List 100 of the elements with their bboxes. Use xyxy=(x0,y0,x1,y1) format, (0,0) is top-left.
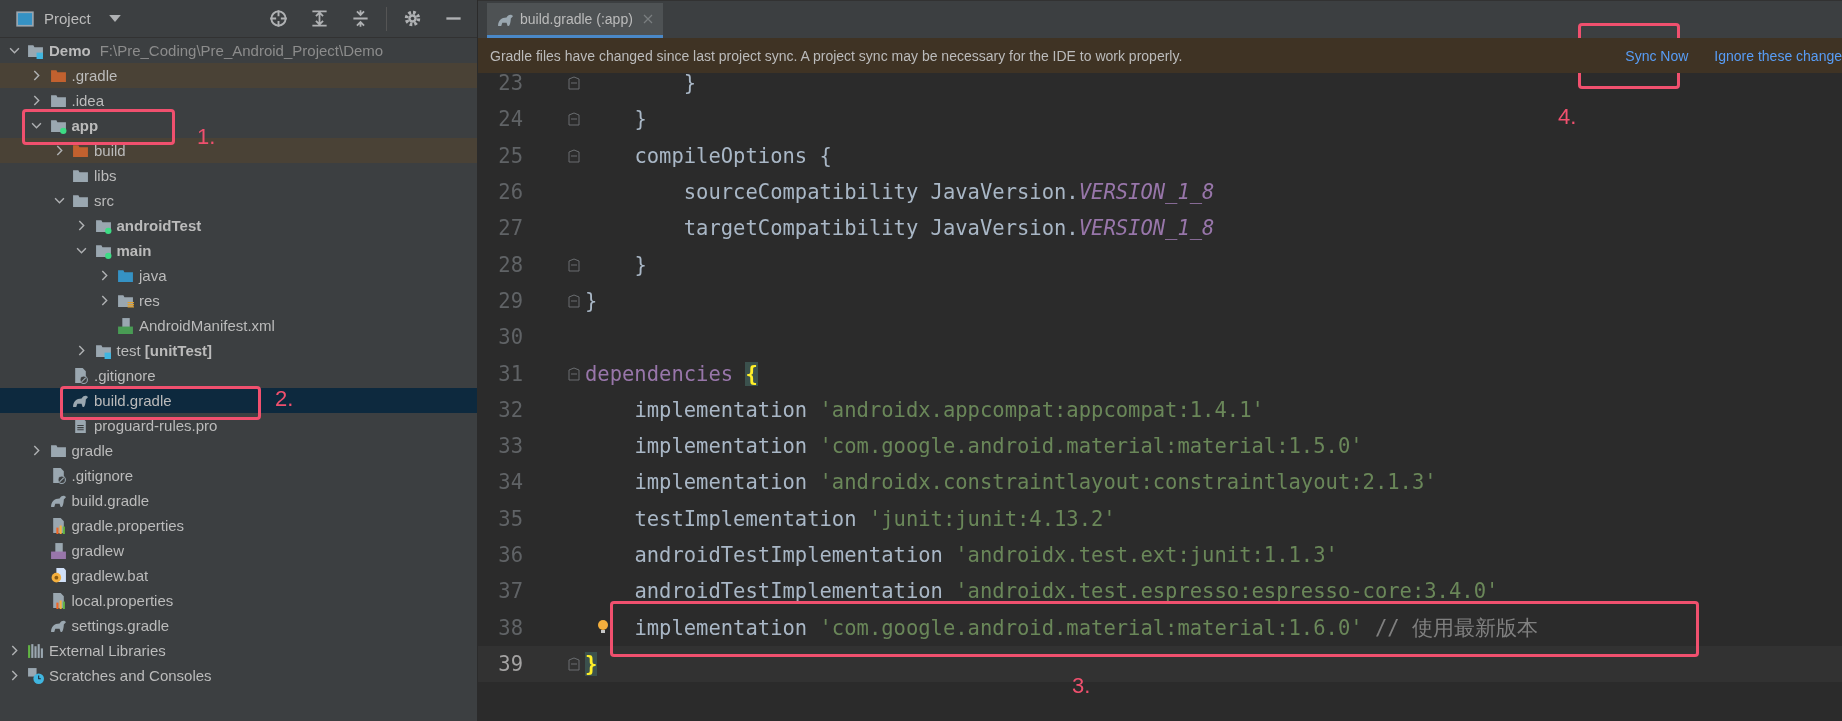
chevron-down-icon[interactable] xyxy=(8,45,20,56)
notification-message: Gradle files have changed since last project sync. A project sync may be necessary for the IDE to work properly. xyxy=(490,47,1183,64)
folder-icon xyxy=(117,267,134,284)
fold-marker-icon[interactable] xyxy=(568,76,580,91)
code-line: testImplementation 'junit:junit:4.13.2' xyxy=(634,506,1116,531)
line-number: 34 xyxy=(497,469,524,497)
code-line: implementation 'androidx.appcompat:appcompat:1.4.1' xyxy=(634,397,1264,422)
code-line: androidTestImplementation 'androidx.test.ext:junit:1.1.3' xyxy=(634,543,1338,567)
library-icon xyxy=(27,642,44,659)
settings-icon[interactable] xyxy=(403,9,422,28)
tree-item[interactable]: java xyxy=(96,263,167,288)
tree-item[interactable]: gradle xyxy=(28,438,114,463)
tree-item[interactable]: build xyxy=(51,138,126,163)
chevron-down-icon[interactable] xyxy=(53,195,65,206)
code-line: implementation 'com.google.android.material:material:1.5.0' xyxy=(634,434,1363,459)
line-number: 39 xyxy=(497,650,524,678)
shell-file-icon xyxy=(49,542,67,559)
tree-item[interactable]: androidTest xyxy=(73,213,202,238)
gear-file-icon xyxy=(49,567,67,584)
callout-number: 2. xyxy=(275,386,294,412)
tree-item[interactable]: AndroidManifest.xml xyxy=(96,313,275,338)
tree-item[interactable]: gradle.properties xyxy=(28,513,185,538)
chevron-down-icon[interactable] xyxy=(31,120,42,131)
code-line: implementation 'com.google.android.material:material:1.6.0' // 使用最新版本 xyxy=(634,614,1538,642)
chevron-right-icon[interactable] xyxy=(31,95,42,106)
tree-item[interactable]: app xyxy=(28,113,99,138)
line-number: 26 xyxy=(497,179,524,207)
tree-item[interactable]: proguard-rules.pro xyxy=(51,413,218,438)
scratch-clock-icon xyxy=(27,667,44,684)
tree-item[interactable]: libs xyxy=(51,163,117,188)
tree-item[interactable]: External Libraries xyxy=(6,638,166,663)
code-line: } xyxy=(585,288,598,313)
chevron-right-icon[interactable] xyxy=(31,70,42,81)
module-folder-icon xyxy=(94,342,112,359)
fold-marker-icon[interactable] xyxy=(568,366,580,381)
expand-all-icon[interactable] xyxy=(310,9,329,28)
chevron-right-icon[interactable] xyxy=(76,345,87,356)
code-line: } xyxy=(683,71,697,96)
callout-number: 3. xyxy=(1072,673,1091,699)
line-number: 33 xyxy=(497,433,524,461)
code-line: implementation 'androidx.constraintlayout:constraintlayout:2.1.3' xyxy=(634,470,1437,495)
line-number: 36 xyxy=(497,542,524,569)
tree-item[interactable]: build.gradle xyxy=(51,388,172,413)
module-folder-icon xyxy=(27,42,44,59)
code-line: androidTestImplementation 'androidx.test.espresso:espresso-core:3.4.0' xyxy=(634,579,1499,604)
chevron-down-icon[interactable] xyxy=(76,245,87,256)
folder-icon xyxy=(72,192,89,209)
code-line: dependencies { xyxy=(585,361,758,386)
tree-item[interactable]: settings.gradle xyxy=(28,613,170,638)
callout-number: 4. xyxy=(1558,104,1577,130)
collapse-all-icon[interactable] xyxy=(351,9,370,28)
line-number: 37 xyxy=(497,578,524,606)
code-line: targetCompatibility JavaVersion.VERSION_1_8 xyxy=(683,216,1215,241)
module-folder-icon xyxy=(94,242,112,259)
lightbulb-icon[interactable] xyxy=(597,619,609,636)
tree-item[interactable]: .gitignore xyxy=(51,363,156,388)
fold-marker-icon[interactable] xyxy=(568,293,580,308)
line-number: 29 xyxy=(497,287,524,315)
folder-icon xyxy=(72,167,89,184)
line-number: 24 xyxy=(497,106,524,134)
editor-tab[interactable]: build.gradle (:app) xyxy=(487,3,663,38)
dropdown-caret-icon[interactable] xyxy=(108,15,121,22)
manifest-file-icon xyxy=(117,317,134,334)
fold-marker-icon[interactable] xyxy=(568,656,580,671)
line-number: 35 xyxy=(497,505,524,533)
fold-marker-icon[interactable] xyxy=(568,112,580,127)
tree-item[interactable]: res xyxy=(96,288,160,313)
chevron-right-icon[interactable] xyxy=(76,220,87,231)
tree-item[interactable]: Demo F:\Pre_Coding\Pre_Android_Project\Demo xyxy=(6,38,384,63)
tree-item[interactable]: build.gradle xyxy=(28,488,150,513)
tree-item[interactable]: .idea xyxy=(28,88,105,113)
tree-item[interactable]: gradlew xyxy=(28,538,125,563)
notification-link[interactable]: Ignore these change xyxy=(1714,47,1842,64)
module-folder-icon xyxy=(94,217,112,234)
tree-item[interactable]: Scratches and Consoles xyxy=(6,663,212,688)
code-line: compileOptions { xyxy=(634,143,832,168)
tree-item[interactable]: src xyxy=(51,188,114,213)
line-number: 31 xyxy=(497,360,524,388)
notification-link[interactable]: Sync Now xyxy=(1625,47,1689,64)
folder-icon xyxy=(49,67,67,84)
callout-number: 1. xyxy=(197,124,216,150)
line-number: 38 xyxy=(497,614,524,642)
ignore-file-icon xyxy=(72,367,89,384)
line-number: 30 xyxy=(497,324,524,352)
tree-item[interactable]: test [unitTest] xyxy=(73,338,213,363)
tree-item[interactable]: .gradle xyxy=(28,63,118,88)
code-line: } xyxy=(634,252,647,277)
folder-icon xyxy=(49,92,67,109)
panel-title[interactable]: Project xyxy=(44,10,91,27)
code-line: sourceCompatibility JavaVersion.VERSION_1_8 xyxy=(683,180,1215,205)
line-number: 27 xyxy=(497,215,524,243)
tree-item[interactable]: .gitignore xyxy=(28,463,134,488)
folder-icon xyxy=(49,442,67,459)
tree-item[interactable]: gradlew.bat xyxy=(28,563,149,588)
tree-item[interactable]: local.properties xyxy=(28,588,174,613)
fold-marker-icon[interactable] xyxy=(568,148,580,163)
crosshair-icon[interactable] xyxy=(269,9,288,28)
chevron-right-icon[interactable] xyxy=(31,445,42,456)
tree-item[interactable]: main xyxy=(73,238,152,263)
fold-marker-icon[interactable] xyxy=(568,257,580,272)
